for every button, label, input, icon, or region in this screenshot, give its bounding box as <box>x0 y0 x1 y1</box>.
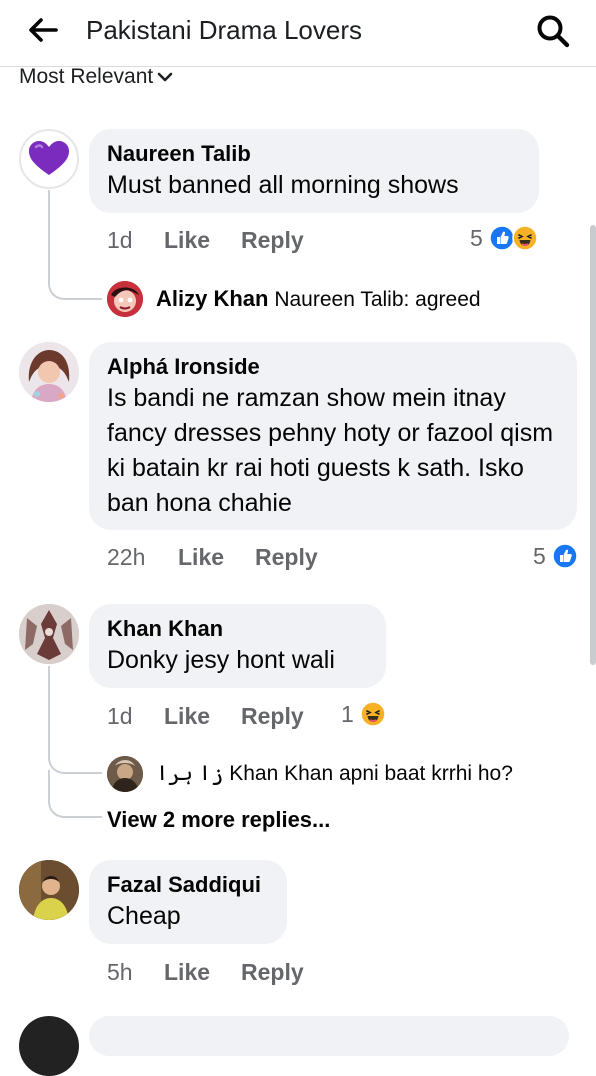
reply-preview[interactable]: Alizy Khan Naureen Talib: agreed <box>156 284 481 315</box>
comment-time[interactable]: 5h <box>107 957 133 987</box>
avatar-image <box>107 756 143 792</box>
avatar[interactable] <box>19 860 79 920</box>
sort-label: Most Relevant <box>19 65 154 88</box>
comment-bubble <box>89 1016 569 1056</box>
comment-text: Donky jesy hont wali <box>107 646 335 674</box>
reaction-count: 1 <box>341 701 354 727</box>
like-reaction-icon <box>552 543 578 569</box>
like-button[interactable]: Like <box>164 701 210 731</box>
haha-reaction-icon <box>512 225 538 251</box>
comment-bubble: Alphá Ironside Is bandi ne ramzan show m… <box>89 342 577 530</box>
avatar[interactable] <box>19 342 79 402</box>
comment-text: Is bandi ne ramzan show mein itnay fancy… <box>107 384 554 517</box>
top-bar: Pakistani Drama Lovers <box>0 0 596 67</box>
avatar[interactable] <box>107 281 143 317</box>
commenter-name[interactable]: Khan Khan <box>107 615 368 643</box>
haha-reaction-icon <box>360 701 386 727</box>
like-button[interactable]: Like <box>164 957 210 987</box>
reaction-count: 5 <box>470 225 483 251</box>
avatar[interactable] <box>107 756 143 792</box>
like-button[interactable]: Like <box>164 225 210 255</box>
avatar-image <box>107 281 143 317</box>
avatar[interactable] <box>19 1016 79 1076</box>
reply-preview[interactable]: زا ہرا Khan Khan apni baat krrhi ho? <box>156 759 513 789</box>
reply-author[interactable]: زا ہرا <box>156 762 223 785</box>
scrollbar[interactable] <box>590 225 596 665</box>
reaction-summary[interactable]: 5 <box>533 541 579 571</box>
like-button[interactable]: Like <box>178 542 224 572</box>
reply-thread-line <box>48 770 102 818</box>
purple-heart-icon <box>29 141 69 175</box>
avatar[interactable] <box>19 604 79 664</box>
reaction-summary[interactable]: 1 <box>341 699 387 729</box>
search-icon[interactable] <box>535 13 571 49</box>
reaction-count: 5 <box>533 543 546 569</box>
commenter-name[interactable]: Naureen Talib <box>107 140 521 168</box>
comment-time[interactable]: 22h <box>107 542 145 572</box>
comment-text: Must banned all morning shows <box>107 171 459 199</box>
comment-actions: 5h Like Reply <box>107 957 357 987</box>
comment-bubble: Fazal Saddiqui Cheap <box>89 860 287 944</box>
commenter-name[interactable]: Fazal Saddiqui <box>107 871 269 899</box>
comment-time[interactable]: 1d <box>107 701 133 731</box>
reply-text: Khan Khan apni baat krrhi ho? <box>229 762 513 785</box>
reaction-summary[interactable]: 5 <box>470 223 542 253</box>
comment-actions: 1d Like Reply <box>107 225 357 255</box>
avatar[interactable] <box>19 129 79 189</box>
sort-dropdown[interactable]: Most Relevant <box>19 62 173 92</box>
comment-time[interactable]: 1d <box>107 225 133 255</box>
reply-author[interactable]: Alizy Khan <box>156 286 268 311</box>
comment-bubble: Khan Khan Donky jesy hont wali <box>89 604 386 688</box>
avatar-image <box>19 604 79 664</box>
comment-actions: 1d Like Reply <box>107 701 357 731</box>
comment-text: Cheap <box>107 902 181 930</box>
reply-button[interactable]: Reply <box>241 957 304 987</box>
reply-thread-line <box>48 666 102 774</box>
chevron-down-icon <box>157 73 173 82</box>
reply-text: Naureen Talib: agreed <box>274 288 481 311</box>
view-more-replies-link[interactable]: View 2 more replies... <box>107 805 330 835</box>
comment-bubble: Naureen Talib Must banned all morning sh… <box>89 129 539 213</box>
commenter-name[interactable]: Alphá Ironside <box>107 353 559 381</box>
reply-button[interactable]: Reply <box>241 225 304 255</box>
reply-button[interactable]: Reply <box>241 701 304 731</box>
avatar-image <box>19 860 79 920</box>
comment-actions: 22h Like Reply <box>107 542 367 572</box>
avatar-image <box>19 342 79 402</box>
reply-button[interactable]: Reply <box>255 542 318 572</box>
arrow-left-icon[interactable] <box>26 15 60 45</box>
reply-thread-line <box>48 190 102 300</box>
page-title: Pakistani Drama Lovers <box>86 15 362 45</box>
